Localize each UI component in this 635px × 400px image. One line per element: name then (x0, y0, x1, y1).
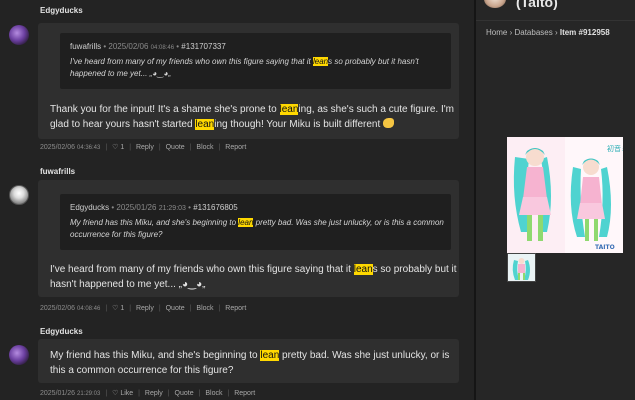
like-count: 1 (120, 305, 125, 312)
box-logo-text: 初音ミク (607, 144, 623, 153)
post-meta: 2025/02/06 04:08:46 | ♡ 1 | Reply | Quot… (40, 305, 247, 312)
report-link[interactable]: Report (234, 390, 255, 397)
item-thumbnail[interactable] (507, 253, 536, 282)
thumbnail-image (508, 254, 535, 281)
quote-block: fuwafrills • 2025/02/06 04:08:46 • #1317… (60, 33, 451, 89)
item-title: (Taito) (516, 0, 558, 10)
heart-icon[interactable]: ♡ (112, 144, 118, 151)
post-text: My friend has this Miku, and she's begin… (50, 350, 450, 376)
search-highlight: lean (238, 218, 254, 227)
breadcrumb-databases[interactable]: Databases (514, 28, 552, 37)
quote-id[interactable]: #131707337 (181, 42, 226, 51)
post-date: 2025/02/06 (40, 305, 76, 312)
search-highlight: lean (279, 104, 299, 115)
quote-author[interactable]: Edgyducks (70, 203, 109, 212)
breadcrumb-home[interactable]: Home (486, 28, 507, 37)
reply-link[interactable]: Reply (145, 390, 163, 397)
breadcrumb-current: Item #912958 (559, 28, 610, 37)
post-author[interactable]: Edgyducks (40, 6, 83, 15)
flexed-biceps-icon (383, 118, 395, 128)
reply-link[interactable]: Reply (136, 305, 154, 312)
search-highlight: lean (312, 57, 329, 66)
post-author[interactable]: Edgyducks (40, 327, 83, 336)
quote-id[interactable]: #131676805 (193, 203, 238, 212)
quote-link[interactable]: Quote (166, 305, 185, 312)
breadcrumb: Home › Databases › Item #912958 (486, 28, 610, 37)
block-link[interactable]: Block (196, 305, 213, 312)
header-rule (476, 20, 635, 21)
post-date: 2025/01/26 (40, 390, 76, 397)
avatar[interactable] (9, 345, 29, 365)
block-link[interactable]: Block (196, 144, 213, 151)
quote-date: 2025/02/06 (108, 42, 149, 51)
report-link[interactable]: Report (225, 144, 246, 151)
report-link[interactable]: Report (225, 305, 246, 312)
post-meta: 2025/01/26 21:29:03 | ♡ Like | Reply | Q… (40, 390, 256, 397)
quote-text: I've heard from many of my friends who o… (70, 57, 419, 78)
quote-header: fuwafrills • 2025/02/06 04:08:46 • #1317… (70, 42, 226, 51)
search-highlight: lean (353, 264, 373, 275)
post-text: Thank you for the input! It's a shame sh… (50, 104, 454, 130)
quote-header: Edgyducks • 2025/01/26 21:29:03 • #13167… (70, 203, 238, 212)
comments-panel: Edgyducks fuwafrills • 2025/02/06 04:08:… (0, 0, 474, 400)
item-main-image[interactable]: 初音ミク TAITO (507, 137, 623, 253)
quote-time: 21:29:03 (158, 205, 186, 212)
heart-icon[interactable]: ♡ (112, 305, 118, 312)
quote-time: 04:08:46 (150, 45, 175, 51)
search-highlight: lean (195, 119, 215, 130)
heart-icon[interactable]: ♡ (112, 390, 118, 397)
reply-link[interactable]: Reply (136, 144, 154, 151)
quote-author[interactable]: fuwafrills (70, 42, 101, 51)
search-highlight: lean (260, 350, 280, 361)
post-time: 04:08:46 (77, 306, 101, 312)
post-time: 04:36:43 (77, 145, 101, 151)
item-sidebar: (Taito) Home › Databases › Item #912958 (476, 0, 635, 400)
block-link[interactable]: Block (205, 390, 222, 397)
box-brand-text: TAITO (595, 244, 615, 251)
quote-text: My friend has this Miku, and she's begin… (70, 218, 444, 239)
avatar[interactable] (9, 25, 29, 45)
post-time: 21:29:03 (77, 391, 101, 397)
like-link[interactable]: Like (120, 390, 133, 397)
post-text: I've heard from many of my friends who o… (50, 264, 457, 290)
miku-figure-image: 初音ミク TAITO (507, 137, 623, 253)
quote-link[interactable]: Quote (175, 390, 194, 397)
post-author[interactable]: fuwafrills (40, 167, 75, 176)
quote-link[interactable]: Quote (166, 144, 185, 151)
avatar[interactable] (9, 185, 29, 205)
quote-date: 2025/01/26 (116, 203, 157, 212)
like-count: 1 (120, 144, 125, 151)
quote-block: Edgyducks • 2025/01/26 21:29:03 • #13167… (60, 194, 451, 250)
post-date: 2025/02/06 (40, 144, 76, 151)
item-avatar (484, 0, 506, 8)
post-meta: 2025/02/06 04:36:43 | ♡ 1 | Reply | Quot… (40, 144, 247, 151)
